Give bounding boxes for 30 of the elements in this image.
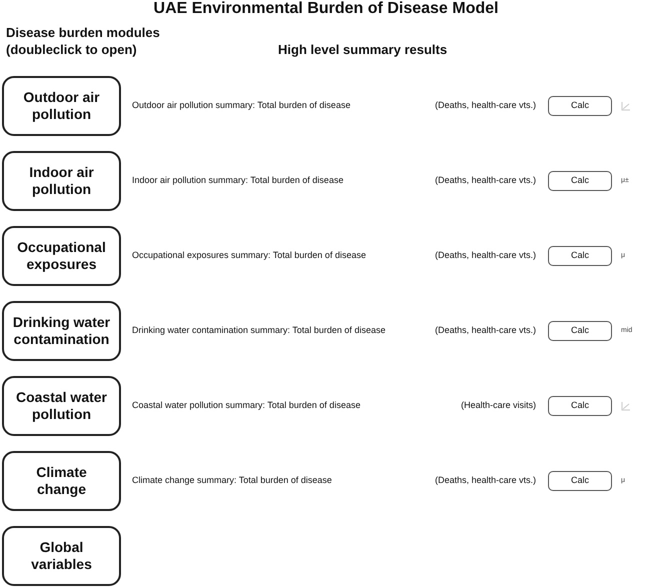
summary-label: Coastal water pollution summary: Total burden of disease [132, 399, 362, 412]
module-button[interactable]: Climate change [2, 451, 121, 511]
section-heading: High level summary results [278, 41, 448, 58]
measure-label: (Deaths, health-care vts.) [434, 474, 536, 488]
measure-label: (Deaths, health-care vts.) [434, 174, 536, 188]
chart-icon [621, 101, 631, 111]
summary-label: Occupational exposures summary: Total burden of disease [132, 249, 367, 262]
measure-label: (Deaths, health-care vts.) [434, 324, 536, 338]
calc-button[interactable]: Calc [548, 396, 612, 416]
measure-label: (Health-care visits) [460, 399, 536, 412]
module-button[interactable]: Outdoor air pollution [2, 76, 121, 136]
summary-label: Climate change summary: Total burden of disease [132, 474, 333, 488]
section-heading: Disease burden modules (doubleclick to open) [5, 24, 161, 58]
summary-label: Indoor air pollution summary: Total burden of disease [132, 174, 344, 188]
measure-label: (Deaths, health-care vts.) [434, 99, 536, 112]
module-button[interactable]: Coastal water pollution [2, 376, 121, 436]
summary-label: Drinking water contamination summary: Total burden of disease [132, 324, 386, 338]
module-button[interactable]: Indoor air pollution [2, 151, 121, 211]
summary-label: Outdoor air pollution summary: Total burden of disease [132, 99, 352, 112]
calc-button[interactable]: Calc [548, 471, 612, 491]
calc-button[interactable]: Calc [548, 171, 612, 191]
chart-icon [621, 401, 631, 411]
calc-button[interactable]: Calc [548, 246, 612, 266]
module-button[interactable]: Drinking water contamination [2, 301, 121, 361]
calc-button[interactable]: Calc [548, 321, 612, 341]
page-title: UAE Environmental Burden of Disease Model [154, 0, 498, 18]
measure-label: (Deaths, health-care vts.) [434, 249, 536, 262]
module-button[interactable]: Occupational exposures [2, 226, 121, 286]
module-button[interactable]: Global variables [2, 526, 121, 586]
calc-button[interactable]: Calc [548, 96, 612, 116]
